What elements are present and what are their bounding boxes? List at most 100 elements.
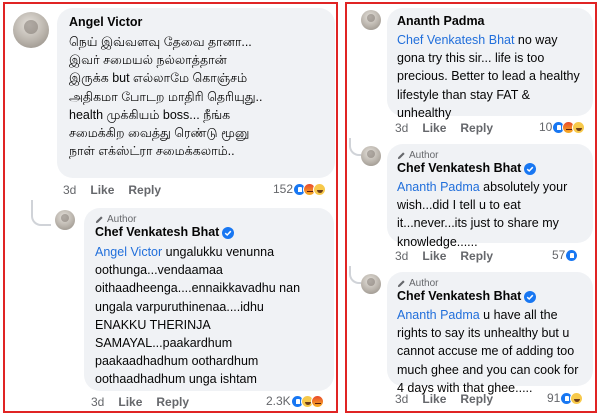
reply-line: oothaadhadhum unga ishtam: [95, 372, 257, 387]
like-button[interactable]: Like: [422, 392, 446, 406]
reply-line: paakaadhadhum oothardhum: [95, 354, 259, 369]
comment-line: சமைக்கிற வைத்து ரெண்டு மூனு: [69, 126, 250, 141]
reply-line: ungala varpuruthinenaa....idhu: [95, 299, 264, 314]
reply-line: rights to say its unhealthy but u: [397, 326, 570, 341]
comment-line: அதிகமா போடற மாதிரி தெரியுது..: [69, 89, 263, 104]
reply-line: absolutely your: [479, 180, 568, 194]
reply-text: Ananth Padma absolutely your wish...did …: [397, 178, 567, 251]
comment-line: இருக்க but எல்லாமே கொஞ்சம்: [69, 71, 248, 86]
pencil-icon: [397, 280, 405, 288]
reply-author-label: Chef Venkatesh Bhat: [397, 289, 522, 303]
verified-badge-icon: [222, 226, 235, 239]
reactions-summary[interactable]: 152: [273, 182, 327, 196]
reply-timestamp[interactable]: 3d: [395, 392, 408, 406]
mention-link[interactable]: Ananth Padma: [397, 180, 480, 194]
reply-author-label: Chef Venkatesh Bhat: [95, 225, 220, 239]
author-badge: Author: [397, 150, 438, 161]
pencil-icon: [95, 216, 103, 224]
reactions-count: 2.3K: [266, 394, 291, 408]
reply-author-name[interactable]: Chef Venkatesh Bhat: [397, 161, 537, 175]
comment-timestamp[interactable]: 3d: [63, 183, 76, 197]
reply-button[interactable]: Reply: [460, 121, 493, 135]
right-screenshot-panel: Ananth Padma Chef Venkatesh Bhat no way …: [345, 2, 597, 413]
reply-line: wish...did I tell u to eat: [397, 198, 521, 213]
avatar-chef-venkatesh-bhat[interactable]: [55, 210, 75, 230]
reply-actions: 3d Like Reply: [395, 249, 507, 263]
verified-badge-icon: [524, 290, 537, 303]
thread-connector: [349, 266, 361, 284]
like-button[interactable]: Like: [118, 395, 142, 409]
reactions-summary[interactable]: 57: [552, 248, 579, 262]
haha-emoji-icon: [570, 391, 584, 405]
comment-line: gona try this sir... life is too: [397, 51, 545, 66]
left-screenshot-panel: Angel Victor நெய் இவ்வளவு தேவை தானா... இ…: [3, 2, 338, 413]
avatar-ananth-padma[interactable]: [361, 10, 381, 30]
reactions-count: 152: [273, 182, 294, 196]
author-badge: Author: [95, 214, 136, 225]
reply-button[interactable]: Reply: [460, 392, 493, 406]
reply-line: SAMAYAL...paakardhum: [95, 336, 233, 351]
comment-author-name[interactable]: Angel Victor: [69, 15, 142, 29]
reply-button[interactable]: Reply: [156, 395, 189, 409]
like-button[interactable]: Like: [90, 183, 114, 197]
reactions-count: 91: [547, 391, 561, 405]
comment-line: lifestyle than stay FAT &: [397, 87, 530, 102]
author-badge: Author: [397, 278, 438, 289]
reply-line: much ghee and you can cook for: [397, 362, 579, 377]
comment-text: நெய் இவ்வளவு தேவை தானா... இவர் சமையல் நல…: [69, 33, 263, 160]
comment-actions: 3d Like Reply: [395, 121, 507, 135]
comment-actions: 3d Like Reply: [63, 183, 175, 197]
reactions-summary[interactable]: 2.3K: [266, 394, 324, 408]
haha-emoji-icon: [572, 120, 586, 134]
like-button[interactable]: Like: [422, 121, 446, 135]
like-button[interactable]: Like: [422, 249, 446, 263]
comment-text: Chef Venkatesh Bhat no way gona try this…: [397, 31, 580, 122]
comment-line: health முக்கியம் boss... நீங்க: [69, 107, 231, 122]
thread-connector: [31, 200, 51, 226]
reply-text: Ananth Padma u have all the rights to sa…: [397, 306, 578, 397]
reply-line: oothunga...vendaamaa: [95, 263, 223, 278]
author-badge-label: Author: [107, 214, 137, 225]
comment-line: no way: [514, 33, 558, 47]
angry-emoji-icon: [310, 394, 324, 408]
reply-line: oithaadheenga....ennaikkavadhu nan: [95, 281, 301, 296]
reply-actions: 3d Like Reply: [395, 392, 507, 406]
verified-badge-icon: [524, 162, 537, 175]
comment-timestamp[interactable]: 3d: [395, 121, 408, 135]
reply-author-name[interactable]: Chef Venkatesh Bhat: [397, 289, 537, 303]
author-badge-label: Author: [409, 278, 439, 289]
reply-actions: 3d Like Reply: [91, 395, 203, 409]
reply-line: cannot accuse me of adding too: [397, 344, 575, 359]
reply-line: ENAKKU THERINJA: [95, 317, 211, 332]
mention-link[interactable]: Chef Venkatesh Bhat: [397, 33, 514, 47]
comment-author-name[interactable]: Ananth Padma: [397, 14, 485, 28]
comment-line: நாள் எக்ஸ்ட்ரா சமைக்கலாம்..: [69, 144, 235, 159]
reply-line: it...never...its just to share my: [397, 216, 559, 231]
haha-emoji-icon: [313, 182, 327, 196]
avatar-angel-victor[interactable]: [13, 12, 49, 48]
comment-line: இவர் சமையல் நல்லாத்தான்: [69, 53, 227, 68]
comment-line: precious. Better to lead a healthy: [397, 69, 580, 84]
author-badge-label: Author: [409, 150, 439, 161]
reactions-summary[interactable]: 91: [547, 391, 584, 405]
reply-line: ungalukku venunna: [162, 245, 275, 259]
reply-button[interactable]: Reply: [460, 249, 493, 263]
reactions-summary[interactable]: 10: [539, 120, 586, 134]
reply-line: u have all the: [479, 308, 558, 322]
reply-author-label: Chef Venkatesh Bhat: [397, 161, 522, 175]
reply-button[interactable]: Reply: [128, 183, 161, 197]
reply-text: Angel Victor ungalukku venunna oothunga.…: [95, 243, 300, 389]
reactions-count: 57: [552, 248, 566, 262]
reply-author-name[interactable]: Chef Venkatesh Bhat: [95, 225, 235, 239]
pencil-icon: [397, 152, 405, 160]
comment-line: நெய் இவ்வளவு தேவை தானா...: [69, 35, 252, 49]
reactions-count: 10: [539, 120, 553, 134]
avatar-chef-venkatesh-bhat[interactable]: [361, 274, 381, 294]
reply-timestamp[interactable]: 3d: [91, 395, 104, 409]
like-emoji-icon: [565, 248, 579, 262]
avatar-chef-venkatesh-bhat[interactable]: [361, 146, 381, 166]
mention-link[interactable]: Ananth Padma: [397, 308, 480, 322]
thread-connector: [349, 138, 361, 156]
mention-link[interactable]: Angel Victor: [95, 245, 162, 259]
reply-timestamp[interactable]: 3d: [395, 249, 408, 263]
